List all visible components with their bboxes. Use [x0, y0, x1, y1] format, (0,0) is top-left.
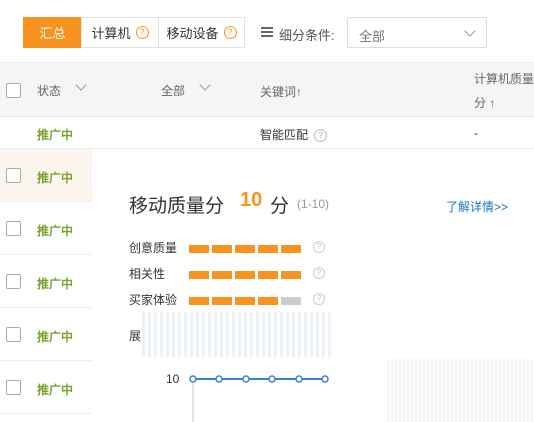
table-row: 推广中 智能匹配? - [0, 117, 534, 149]
pc-quality-cell: - [474, 126, 478, 140]
chevron-down-icon[interactable] [199, 79, 211, 91]
row-checkbox[interactable] [6, 380, 21, 395]
tab-computer-label: 计算机 [91, 26, 131, 41]
row-checkbox[interactable] [6, 221, 21, 236]
row-checkbox[interactable] [6, 274, 21, 289]
pc-quality-column-header[interactable]: 计算机质量 [474, 70, 534, 87]
segment-select[interactable]: 全部 [347, 17, 487, 48]
table-row: 推广中 [0, 361, 92, 414]
keyword-column-header[interactable]: 关键词↑ [260, 83, 302, 100]
table-row: 推广中 [0, 202, 92, 255]
status-badge: 推广中 [37, 277, 74, 291]
row-checkbox[interactable] [6, 327, 21, 342]
help-icon[interactable]: ? [223, 26, 237, 39]
tab-summary[interactable]: 汇总 [23, 17, 82, 48]
trend-point [295, 375, 303, 383]
status-badge: 推广中 [37, 383, 74, 397]
table-row: 推广中 [0, 255, 92, 308]
status-badge: 推广中 [37, 128, 74, 142]
segment-select-value: 全部 [359, 29, 386, 44]
keyword-text: 智能匹配 [260, 128, 309, 142]
filter-label: 细分条件: [279, 28, 335, 43]
help-icon[interactable]: ? [314, 129, 328, 143]
status-filter-all[interactable]: 全部 [161, 82, 185, 99]
status-badge: 推广中 [37, 224, 74, 238]
tab-computer[interactable]: 计算机 ? [81, 17, 159, 48]
list-filter-icon [261, 27, 273, 38]
select-all-checkbox[interactable] [6, 83, 21, 98]
quality-trend-chart [189, 375, 329, 422]
tab-mobile[interactable]: 移动设备 ? [158, 17, 245, 48]
trend-point [321, 375, 329, 383]
tab-mobile-label: 移动设备 [166, 26, 219, 41]
status-column-header[interactable]: 状态 [37, 82, 61, 99]
table-row: 推广中 [0, 308, 92, 361]
chevron-down-icon[interactable] [75, 79, 87, 91]
trend-point [268, 375, 276, 383]
tab-summary-label: 汇总 [39, 26, 66, 41]
help-icon[interactable]: ? [135, 26, 149, 39]
status-badge: 推广中 [37, 330, 74, 344]
chevron-down-icon [464, 25, 476, 37]
pc-quality-column-header-sort[interactable]: 分 ↑ [474, 94, 495, 111]
trend-point [242, 375, 250, 383]
status-badge: 推广中 [37, 171, 74, 185]
table-header: 状态 全部 关键词↑ 计算机质量 分 ↑ [0, 62, 534, 117]
mobile-quality-popup: 移动质量分 10 分 (1-10) 了解详情>> 创意质量 ? 相关性 ? 买家… [92, 149, 534, 422]
keyword-cell: 智能匹配? [260, 126, 328, 143]
table-row: 推广中 [0, 149, 92, 202]
trend-point [215, 375, 223, 383]
row-list: 推广中 推广中 推广中 推广中 推广中 [0, 149, 92, 422]
row-checkbox[interactable] [6, 168, 21, 183]
filter-bar: 汇总 计算机 ? 移动设备 ? 细分条件: 全部 [0, 0, 534, 62]
trend-point [189, 375, 197, 383]
